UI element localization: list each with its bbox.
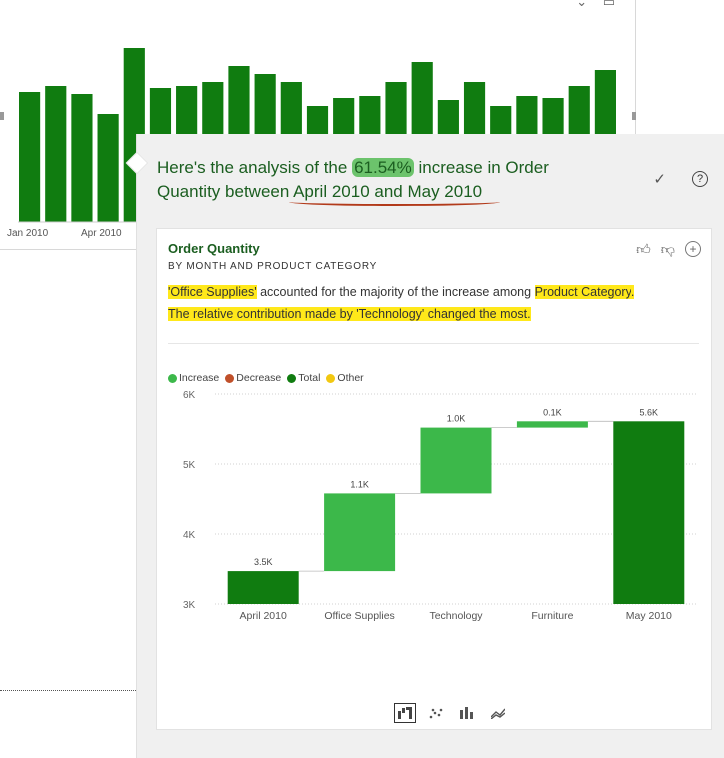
analysis-heading: Here's the analysis of the 61.54% increa…: [157, 156, 587, 204]
report-canvas: Jan 2010 Apr 2010 ⌄ ▭ Here's the analysis…: [0, 0, 724, 758]
visual-type-switcher: [394, 703, 509, 723]
x-tick-label: April 2010: [240, 610, 287, 622]
legend-item-total[interactable]: Total: [287, 372, 320, 384]
heading-text: Here's the analysis of the: [157, 158, 353, 177]
bg-x-tick-label: Jan 2010: [7, 228, 49, 239]
legend-label: Total: [298, 372, 321, 384]
legend-label: Increase: [179, 372, 220, 384]
ribbon-icon[interactable]: [487, 703, 509, 723]
heading-date-range: April 2010 and May 2010: [293, 182, 483, 201]
dotted-divider: [0, 690, 140, 691]
legend-dot: [287, 373, 297, 383]
resize-handle[interactable]: [632, 112, 636, 120]
insight-text: 'Office Supplies' accounted for the majo…: [168, 281, 698, 325]
help-icon[interactable]: ?: [692, 171, 708, 187]
x-tick-label: Office Supplies: [324, 610, 394, 622]
card-subtitle: BY MONTH AND PRODUCT CATEGORY: [168, 261, 378, 272]
waterfall-bar[interactable]: [516, 421, 588, 428]
chart-legend: Increase Decrease Total Other: [168, 372, 367, 384]
y-tick-label: 5K: [183, 460, 196, 471]
legend-label: Decrease: [236, 372, 282, 384]
legend-dot: [225, 373, 235, 383]
insight-text-part: The relative: [168, 307, 237, 321]
insight-text-part: .: [630, 285, 635, 299]
waterfall-icon[interactable]: [394, 703, 416, 723]
bg-bar[interactable]: [45, 86, 67, 222]
insight-highlight: contribution made by 'Technology' change…: [236, 307, 531, 321]
resize-handle[interactable]: [0, 112, 4, 120]
insight-text-part: accounted for the majority of the increa…: [256, 285, 535, 299]
plus-circle-icon[interactable]: +: [685, 241, 701, 257]
data-label: 1.1K: [350, 479, 369, 489]
legend-item-decrease[interactable]: Decrease: [225, 372, 281, 384]
legend-item-other[interactable]: Other: [326, 372, 364, 384]
thumbs-down-icon[interactable]: 👎︎: [661, 241, 675, 258]
thumbs-up-icon[interactable]: 👍︎: [636, 241, 651, 258]
column-icon[interactable]: [456, 703, 478, 723]
checkmark-icon[interactable]: ✓: [653, 170, 666, 188]
data-label: 3.5K: [254, 557, 273, 567]
card-title: Order Quantity: [168, 241, 260, 256]
x-tick-label: Technology: [429, 610, 483, 622]
legend-label: Other: [337, 372, 364, 384]
data-label: 0.1K: [543, 407, 562, 417]
heading-percent: 61.54%: [352, 158, 414, 177]
data-label: 5.6K: [640, 407, 659, 417]
data-label: 1.0K: [447, 414, 466, 424]
visual-header-icons[interactable]: ⌄ ▭: [576, 0, 621, 10]
legend-dot: [168, 373, 177, 383]
bg-bar[interactable]: [19, 92, 41, 222]
waterfall-bar[interactable]: [613, 421, 685, 604]
y-tick-label: 4K: [183, 530, 196, 541]
insight-highlight: 'Office Supplies': [168, 285, 257, 299]
x-tick-label: Furniture: [531, 610, 573, 622]
bg-x-tick-label: Apr 2010: [81, 228, 122, 239]
bg-bar[interactable]: [71, 94, 93, 222]
legend-item-increase[interactable]: Increase: [168, 372, 219, 384]
bg-bar[interactable]: [97, 114, 119, 222]
waterfall-bar[interactable]: [227, 571, 299, 604]
y-tick-label: 3K: [183, 600, 196, 611]
y-tick-label: 6K: [183, 390, 196, 401]
scatter-icon[interactable]: [425, 703, 447, 723]
waterfall-chart: 3K 4K 5K 6K 3.5K April 2010 1.1K Office Supplie…: [183, 390, 697, 622]
insight-card: Order Quantity BY MONTH AND PRODUCT CATE…: [156, 228, 712, 730]
x-tick-label: May 2010: [626, 610, 672, 622]
legend-dot: [326, 373, 336, 383]
card-actions: 👍︎ 👎︎ +: [636, 241, 701, 258]
waterfall-bar[interactable]: [420, 427, 492, 494]
insight-highlight: Product Category: [534, 285, 631, 299]
flyout-actions: ✓ ?: [653, 170, 708, 188]
card-divider: [168, 343, 699, 344]
analysis-flyout: Here's the analysis of the 61.54% increa…: [136, 134, 724, 758]
waterfall-bar[interactable]: [324, 493, 396, 572]
